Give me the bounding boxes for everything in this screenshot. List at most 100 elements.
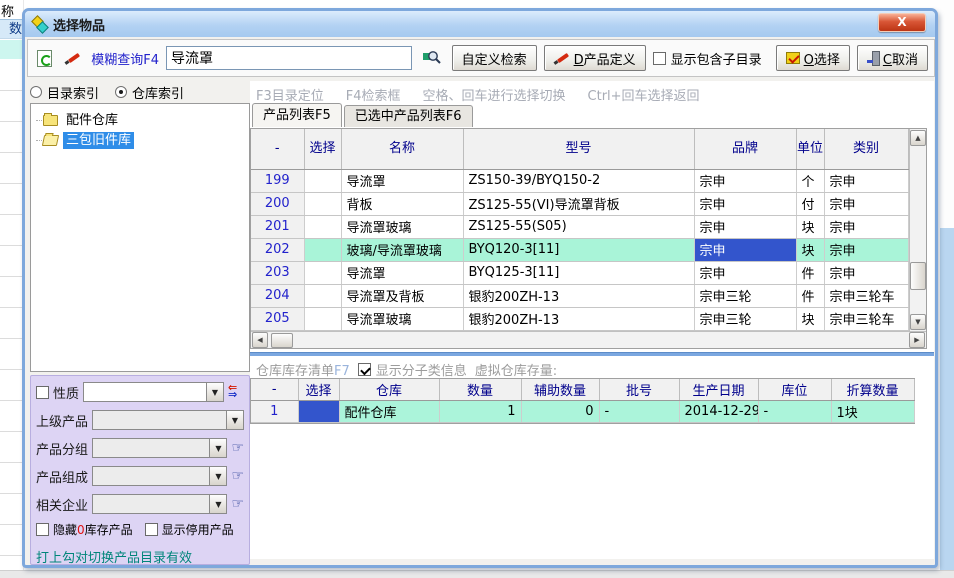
chevron-down-icon[interactable]: ▼ <box>206 383 223 401</box>
refresh-button[interactable] <box>34 46 56 70</box>
model-cell[interactable]: ZS150-39/BYQ150-2 <box>463 169 694 192</box>
col-category[interactable]: 类别 <box>824 129 908 169</box>
row-number[interactable]: 1 <box>251 400 298 422</box>
tab-selected-products[interactable]: 已选中产品列表F6 <box>344 105 473 127</box>
show-disabled-products-checkbox[interactable]: 显示停用产品 <box>145 521 234 538</box>
tab-product-list[interactable]: 产品列表F5 <box>252 103 342 127</box>
vertical-scroll-thumb[interactable] <box>910 262 926 290</box>
row-number[interactable]: 204 <box>251 284 304 307</box>
row-number[interactable]: 202 <box>251 238 304 261</box>
nature-combo[interactable]: ▼ <box>83 382 224 402</box>
category-cell[interactable]: 宗申 <box>824 169 908 192</box>
prod-date-cell[interactable]: 2014-12-29 <box>679 400 758 422</box>
ok-select-button[interactable]: O选择 <box>776 45 850 71</box>
hand-pointer-icon[interactable]: ☞ <box>231 497 244 511</box>
col-brand[interactable]: 品牌 <box>694 129 796 169</box>
col-unit[interactable]: 单位 <box>796 129 824 169</box>
select-cell[interactable] <box>304 284 341 307</box>
select-cell[interactable] <box>304 169 341 192</box>
parent-product-combo[interactable]: ▼ <box>92 410 244 430</box>
scroll-up-icon[interactable]: ▲ <box>910 130 926 146</box>
category-cell[interactable]: 宗申 <box>824 215 908 238</box>
name-cell[interactable]: 背板 <box>341 192 463 215</box>
row-number[interactable]: 201 <box>251 215 304 238</box>
hand-pointer-icon[interactable]: ☞ <box>231 441 244 455</box>
warehouse-cell[interactable]: 配件仓库 <box>339 400 439 422</box>
unit-cell[interactable]: 件 <box>796 261 824 284</box>
horizontal-scroll-track[interactable] <box>269 333 908 348</box>
table-row[interactable]: 200 背板 ZS125-55(VI)导流罩背板 宗申 付 宗申 <box>251 192 908 215</box>
col-prod-date[interactable]: 生产日期 <box>679 379 758 400</box>
chevron-down-icon[interactable]: ▼ <box>209 467 226 485</box>
vertical-scrollbar[interactable]: ▲ ▼ <box>909 129 927 331</box>
col-model[interactable]: 型号 <box>463 129 694 169</box>
edit-query-button[interactable] <box>63 46 85 70</box>
unit-cell[interactable]: 块 <box>796 307 824 330</box>
model-cell[interactable]: ZS125-55(S05) <box>463 215 694 238</box>
chevron-down-icon[interactable]: ▼ <box>209 495 226 513</box>
row-number[interactable]: 205 <box>251 307 304 330</box>
brand-cell[interactable]: 宗申 <box>694 215 796 238</box>
col-aux-qty[interactable]: 辅助数量 <box>521 379 599 400</box>
custom-search-button[interactable]: 自定义检索 <box>452 45 537 71</box>
cancel-button[interactable]: C取消 <box>857 45 928 71</box>
col-quantity[interactable]: 数量 <box>439 379 521 400</box>
product-composition-combo[interactable]: ▼ <box>92 466 227 486</box>
horizontal-splitter[interactable] <box>250 352 934 356</box>
table-row[interactable]: 203 导流罩 BYQ125-3[11] 宗申 件 宗申 <box>251 261 908 284</box>
brand-cell-focused[interactable]: 宗申 <box>694 238 796 261</box>
unit-cell[interactable]: 块 <box>796 215 824 238</box>
row-number[interactable]: 203 <box>251 261 304 284</box>
col-select[interactable]: 选择 <box>298 379 339 400</box>
select-cell-focused[interactable] <box>298 400 339 422</box>
category-cell[interactable]: 宗申 <box>824 261 908 284</box>
tree-item-warranty-warehouse[interactable]: 三包旧件库 <box>33 130 247 150</box>
location-cell[interactable]: - <box>758 400 831 422</box>
select-cell[interactable] <box>304 238 341 261</box>
quantity-cell[interactable]: 1 <box>439 400 521 422</box>
select-cell[interactable] <box>304 307 341 330</box>
table-row-selected[interactable]: 202 玻璃/导流罩玻璃 BYQ120-3[11] 宗申 块 宗申 <box>251 238 908 261</box>
category-cell[interactable]: 宗申 <box>824 192 908 215</box>
row-number[interactable]: 199 <box>251 169 304 192</box>
horizontal-scroll-thumb[interactable] <box>271 333 293 348</box>
brand-cell[interactable]: 宗申三轮 <box>694 307 796 330</box>
category-cell[interactable]: 宗申 <box>824 238 908 261</box>
swap-icon[interactable]: ⇐⇒ <box>228 384 244 400</box>
product-group-combo[interactable]: ▼ <box>92 438 227 458</box>
col-index[interactable]: - <box>251 129 304 169</box>
model-cell[interactable]: BYQ125-3[11] <box>463 261 694 284</box>
molecule-info-checkbox[interactable]: 显示分子类信息 <box>358 360 467 379</box>
chevron-down-icon[interactable]: ▼ <box>226 411 243 429</box>
nature-checkbox[interactable] <box>36 386 49 399</box>
aux-quantity-cell[interactable]: 0 <box>521 400 599 422</box>
model-cell[interactable]: ZS125-55(VI)导流罩背板 <box>463 192 694 215</box>
batch-cell[interactable]: - <box>599 400 679 422</box>
category-cell[interactable]: 宗申三轮车 <box>824 307 908 330</box>
col-warehouse[interactable]: 仓库 <box>339 379 439 400</box>
hand-pointer-icon[interactable]: ☞ <box>231 469 244 483</box>
brand-cell[interactable]: 宗申 <box>694 192 796 215</box>
col-batch[interactable]: 批号 <box>599 379 679 400</box>
title-bar[interactable]: 选择物品 X <box>25 11 935 37</box>
unit-cell[interactable]: 块 <box>796 238 824 261</box>
table-row[interactable]: 204 导流罩及背板 银豹200ZH-13 宗申三轮 件 宗申三轮车 <box>251 284 908 307</box>
search-input[interactable] <box>166 46 412 70</box>
col-select[interactable]: 选择 <box>304 129 341 169</box>
row-number[interactable]: 200 <box>251 192 304 215</box>
vertical-scroll-track[interactable] <box>910 147 926 313</box>
show-subdir-checkbox[interactable]: 显示包含子目录 <box>653 49 762 68</box>
radio-catalog-index[interactable]: 目录索引 <box>30 83 99 102</box>
stock-table-row[interactable]: 1 配件仓库 1 0 - 2014-12-29 - 1块 <box>251 400 914 422</box>
name-cell[interactable]: 导流罩 <box>341 261 463 284</box>
close-button[interactable]: X <box>878 13 926 32</box>
scroll-left-icon[interactable]: ◀ <box>252 332 268 348</box>
model-cell[interactable]: 银豹200ZH-13 <box>463 307 694 330</box>
related-company-combo[interactable]: ▼ <box>92 494 227 514</box>
scroll-right-icon[interactable]: ▶ <box>909 332 925 348</box>
col-index[interactable]: - <box>251 379 298 400</box>
unit-cell[interactable]: 个 <box>796 169 824 192</box>
model-cell[interactable]: 银豹200ZH-13 <box>463 284 694 307</box>
horizontal-scrollbar[interactable]: ◀ ▶ <box>251 331 926 348</box>
brand-cell[interactable]: 宗申 <box>694 261 796 284</box>
